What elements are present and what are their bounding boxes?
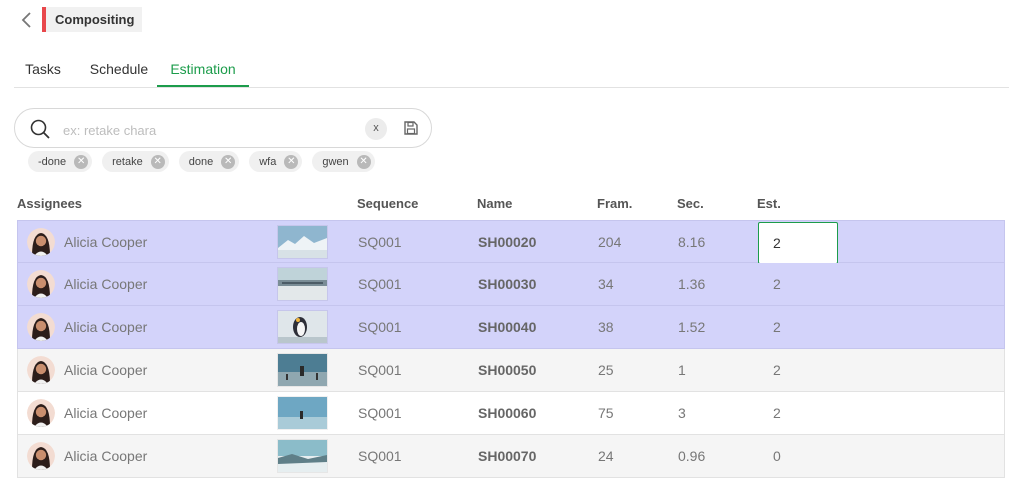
avatar — [27, 399, 55, 427]
seconds-cell: 3 — [678, 405, 686, 421]
shot-name-cell: SH00040 — [478, 319, 537, 335]
chevron-left-icon — [21, 12, 31, 28]
table-row[interactable]: Alicia Cooper SQ001 SH00060 75 3 2 — [17, 392, 1005, 435]
column-header-seconds[interactable]: Sec. — [677, 196, 704, 211]
seconds-cell: 0.96 — [678, 448, 706, 464]
assignee-name: Alicia Cooper — [64, 319, 148, 335]
tab-estimation[interactable]: Estimation — [157, 52, 249, 87]
sequence-cell: SQ001 — [358, 319, 402, 335]
filter-chip: wfa ✕ — [249, 151, 303, 172]
shot-thumbnail — [278, 311, 327, 343]
search-icon — [30, 119, 50, 139]
avatar — [27, 228, 55, 256]
assignee-name: Alicia Cooper — [64, 448, 148, 464]
filter-chip-label: wfa — [259, 155, 277, 168]
avatar — [27, 442, 55, 470]
filter-chip: gwen ✕ — [312, 151, 375, 172]
table-row[interactable]: Alicia Cooper SQ001 SH00050 25 1 2 — [17, 349, 1005, 392]
shot-name-cell: SH00020 — [478, 234, 537, 250]
save-icon[interactable] — [403, 120, 419, 136]
frames-cell: 24 — [598, 448, 614, 464]
assignee-name: Alicia Cooper — [64, 276, 148, 292]
page-header: Compositing — [0, 0, 1009, 40]
frames-cell: 25 — [598, 362, 614, 378]
assignee-name: Alicia Cooper — [64, 405, 148, 421]
shot-name-cell: SH00070 — [478, 448, 537, 464]
page-title-text: Compositing — [55, 12, 135, 27]
column-header-sequence[interactable]: Sequence — [357, 196, 418, 211]
estimation-cell[interactable]: 2 — [773, 349, 781, 392]
shot-thumbnail — [278, 268, 327, 300]
shot-thumbnail — [278, 226, 327, 258]
remove-filter-icon[interactable]: ✕ — [74, 154, 89, 169]
clear-search-button[interactable]: x — [365, 118, 387, 140]
frames-cell: 75 — [598, 405, 614, 421]
shot-thumbnail — [278, 397, 327, 429]
column-header-estimation[interactable]: Est. — [757, 196, 781, 211]
tab-schedule[interactable]: Schedule — [80, 52, 158, 86]
table-row[interactable]: Alicia Cooper SQ001 SH00070 24 0.96 0 — [17, 435, 1005, 478]
sequence-cell: SQ001 — [358, 448, 402, 464]
sequence-cell: SQ001 — [358, 276, 402, 292]
filter-chip: -done ✕ — [28, 151, 93, 172]
shot-name-cell: SH00060 — [478, 405, 537, 421]
filter-chip-label: retake — [112, 155, 143, 168]
seconds-cell: 1.36 — [678, 276, 706, 292]
avatar — [27, 356, 55, 384]
filter-chip-label: done — [188, 155, 214, 168]
remove-filter-icon[interactable]: ✕ — [284, 154, 299, 169]
title-accent-bar — [42, 7, 46, 32]
filter-chips: -done ✕ retake ✕ done ✕ wfa ✕ gwen ✕ — [28, 151, 375, 173]
column-header-assignees[interactable]: Assignees — [17, 196, 82, 211]
remove-filter-icon[interactable]: ✕ — [221, 154, 236, 169]
table-row[interactable]: Alicia Cooper SQ001 SH00030 34 1.36 2 — [17, 263, 1005, 306]
avatar — [27, 313, 55, 341]
estimation-cell[interactable]: 2 — [773, 306, 781, 349]
shot-thumbnail — [278, 440, 327, 472]
frames-cell: 38 — [598, 319, 614, 335]
seconds-cell: 1.52 — [678, 319, 706, 335]
seconds-cell: 1 — [678, 362, 686, 378]
sequence-cell: SQ001 — [358, 362, 402, 378]
sequence-cell: SQ001 — [358, 234, 402, 250]
filter-chip: done ✕ — [178, 151, 240, 172]
shot-thumbnail — [278, 354, 327, 386]
table-header: Assignees Sequence Name Fram. Sec. Est. — [14, 196, 1005, 218]
estimation-cell[interactable]: 0 — [773, 435, 781, 478]
remove-filter-icon[interactable]: ✕ — [150, 154, 165, 169]
assignee-name: Alicia Cooper — [64, 362, 148, 378]
search-input[interactable] — [61, 118, 355, 142]
tab-bar: Tasks Schedule Estimation — [14, 52, 1009, 88]
frames-cell: 34 — [598, 276, 614, 292]
table-row[interactable]: Alicia Cooper SQ001 SH00040 38 1.52 2 — [17, 306, 1005, 349]
seconds-cell: 8.16 — [678, 234, 706, 250]
shot-name-cell: SH00030 — [478, 276, 537, 292]
estimation-input[interactable] — [758, 222, 838, 264]
search-bar: x — [14, 108, 432, 148]
frames-cell: 204 — [598, 234, 622, 250]
avatar — [27, 270, 55, 298]
back-button[interactable] — [18, 10, 36, 30]
filter-chip-label: gwen — [322, 155, 349, 168]
assignee-name: Alicia Cooper — [64, 234, 148, 250]
filter-chip: retake ✕ — [102, 151, 169, 172]
table-row[interactable]: Alicia Cooper SQ001 SH00020 204 8.16 — [17, 220, 1005, 264]
column-header-name[interactable]: Name — [477, 196, 512, 211]
remove-filter-icon[interactable]: ✕ — [356, 154, 371, 169]
column-header-frames[interactable]: Fram. — [597, 196, 632, 211]
estimation-cell[interactable]: 2 — [773, 392, 781, 435]
shot-name-cell: SH00050 — [478, 362, 537, 378]
estimation-cell[interactable]: 2 — [773, 263, 781, 306]
page-title: Compositing — [42, 7, 143, 32]
filter-chip-label: -done — [38, 155, 67, 168]
tab-tasks[interactable]: Tasks — [14, 52, 72, 86]
sequence-cell: SQ001 — [358, 405, 402, 421]
